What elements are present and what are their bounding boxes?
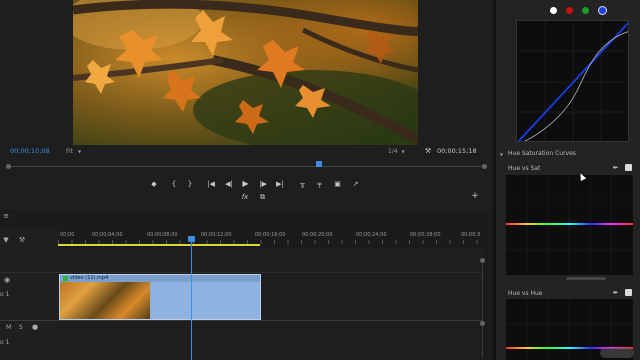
fit-dropdown[interactable]: Fit ▼ [66,148,96,155]
extract-button[interactable]: ╤ [315,180,324,188]
current-timecode[interactable]: 00;00;10;08 [10,148,50,155]
autumn-leaves-image [73,0,418,145]
hue-vs-sat-svg [506,175,633,275]
program-video-frame [73,0,418,145]
ruler-label: 00;00;08;00 [147,232,178,238]
export-frame-button[interactable]: ↗ [351,180,360,188]
scrubber-playhead[interactable] [316,161,322,167]
fit-label: Fit [66,148,74,155]
ruler-label: 00;00;24;00 [356,232,387,238]
play-button[interactable]: ▶ [241,180,250,188]
checkbox-icon[interactable] [625,164,632,171]
add-button-icon[interactable]: + [471,192,479,201]
hue-vs-sat-scrollbar[interactable] [566,277,606,280]
step-back-button[interactable]: ◀| [224,180,234,188]
scrubber-track [8,166,486,167]
clip-name: video (11).mp4 [70,275,109,281]
eyedropper-icon[interactable]: ✒ [612,289,619,297]
go-to-out-button[interactable]: ▶| [274,180,286,188]
channel-green-dot[interactable] [582,7,589,14]
work-area-bar[interactable] [58,244,260,246]
snap-icon[interactable]: ≡ [2,212,10,220]
add-marker-button[interactable]: ◆ [150,180,158,188]
scrubber-left-handle[interactable] [6,164,11,169]
video-clip[interactable]: video (11).mp4 [59,274,261,320]
hue-vs-sat-graph[interactable] [506,175,633,275]
chevron-down-icon: ▼ [77,149,82,154]
program-scrubber[interactable] [6,161,487,171]
wrench-icon[interactable]: ⚒ [424,147,432,155]
track-divider [0,272,483,273]
video-track-label: o 1 [0,291,10,298]
scrollbar-handle[interactable] [480,258,485,263]
resolution-label: 1/4 [388,148,398,155]
scrubber-right-handle[interactable] [482,164,487,169]
eyedropper-icon[interactable]: ✒ [612,164,619,172]
track-divider [0,320,483,321]
hue-saturation-section-title[interactable]: Hue Saturation Curves [508,150,576,157]
timeline-playhead[interactable] [191,238,192,360]
ruler-label: 00;00;3 [461,232,481,238]
ruler-label: 00;00;16;00 [255,232,286,238]
checkbox-icon[interactable] [625,289,632,296]
duration-timecode: 00;00;15;18 [437,147,477,155]
mark-out-button[interactable]: } [186,180,194,188]
collapse-chevron-icon[interactable]: ▼ [500,151,503,158]
insert-marker-icon[interactable]: ▼ [2,236,10,244]
microphone-icon[interactable]: ● [31,323,39,331]
ruler-label: 00;00 [60,232,75,238]
mute-button[interactable]: M [6,324,11,331]
rgb-curves-svg [517,21,628,141]
resolution-dropdown[interactable]: 1/4 ▼ [388,148,408,155]
step-forward-button[interactable]: |▶ [258,180,268,188]
audio-track-label: o 1 [0,339,10,346]
chevron-down-icon: ▼ [401,149,405,154]
channel-blue-dot[interactable] [598,6,607,15]
lift-button[interactable]: ╥ [298,180,307,188]
ruler-label: 00;00;04;00 [92,232,123,238]
ruler-label: 00;00;12;00 [201,232,232,238]
go-to-in-button[interactable]: |◀ [205,180,217,188]
channel-red-dot[interactable] [566,7,573,14]
timeline-ruler[interactable]: 00;00 00;00;04;00 00;00;08;00 00;00;12;0… [58,228,483,248]
channel-white-dot[interactable] [550,7,557,14]
ruler-label: 00;00;20;00 [302,232,333,238]
wrench-icon[interactable]: ⚒ [18,236,26,244]
hue-vs-sat-label: Hue vs Sat [508,165,541,172]
camera-icon[interactable]: ▣ [333,180,342,188]
solo-button[interactable]: S [19,324,23,331]
mark-in-button[interactable]: { [170,180,178,188]
timeline-vertical-scrollbar[interactable] [480,258,486,358]
scrollbar-handle[interactable] [480,321,485,326]
rgb-curves-graph[interactable] [516,20,629,142]
playhead-handle[interactable] [188,236,195,242]
comparison-view-icon[interactable]: ⧉ [258,193,267,201]
udemy-watermark [600,348,634,358]
ruler-label: 00;00;28;00 [410,232,441,238]
hue-vs-hue-label: Hue vs Hue [508,290,543,297]
scrollbar-track [482,258,483,358]
eye-icon[interactable]: ◉ [3,276,11,284]
fx-badge-icon [63,276,68,281]
fx-button[interactable]: fx [240,193,250,201]
